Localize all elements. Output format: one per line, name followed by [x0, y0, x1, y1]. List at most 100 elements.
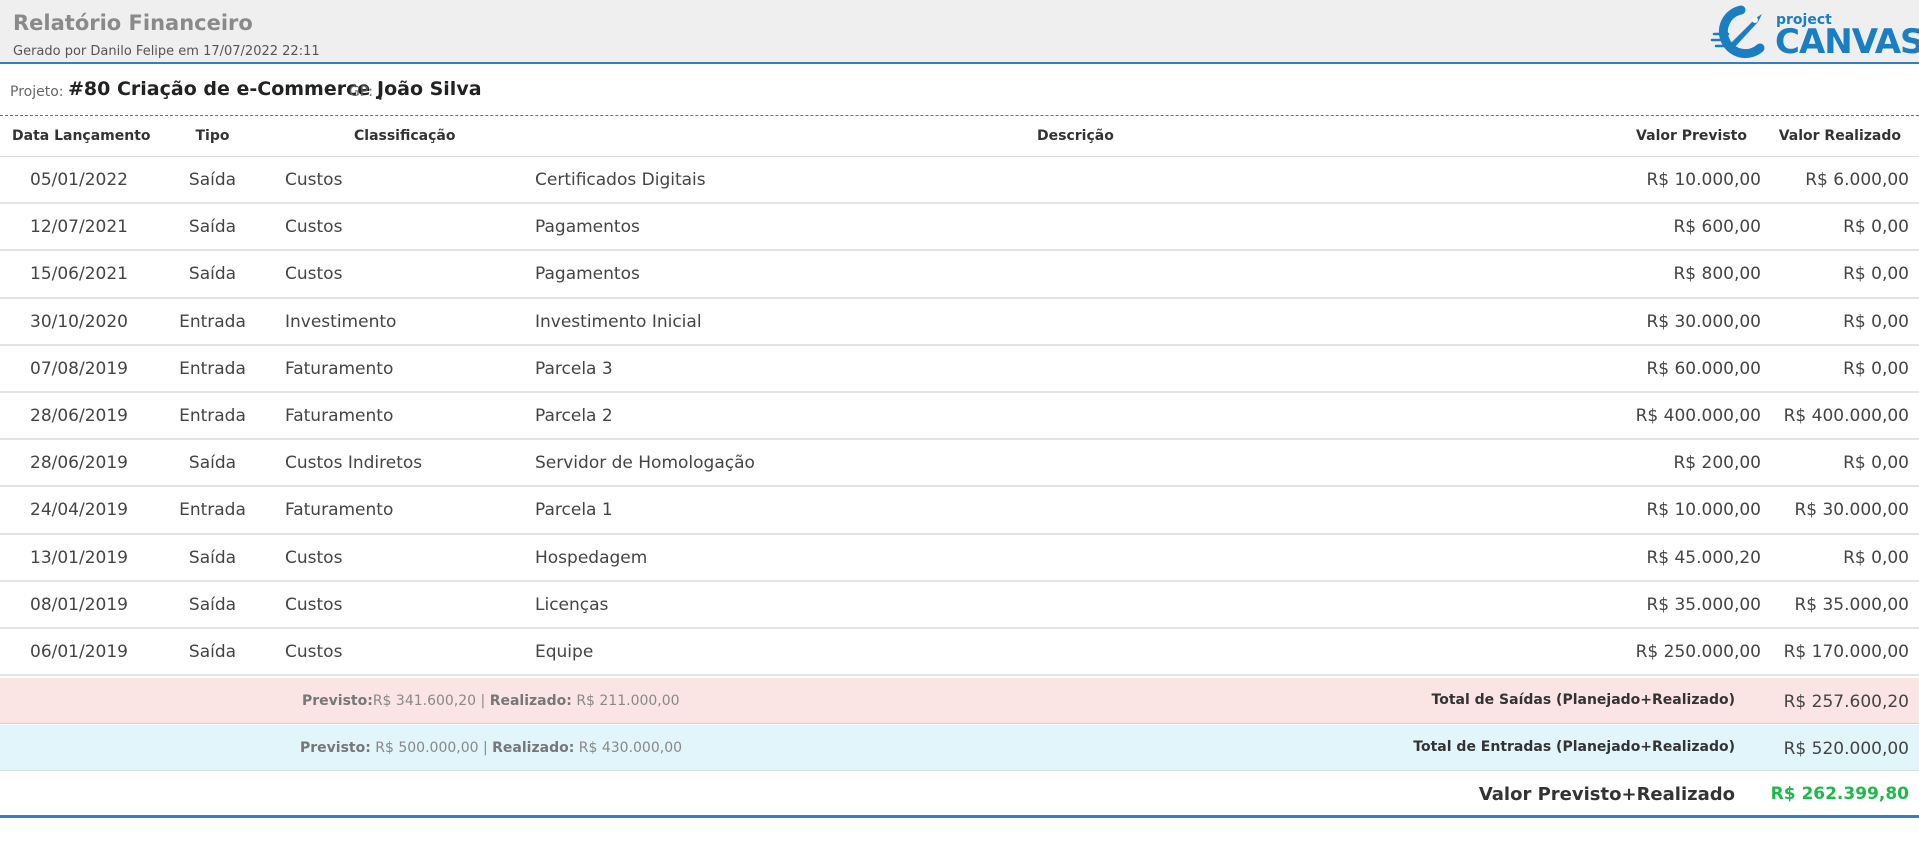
row-tipo: Saída — [188, 641, 237, 662]
total-saidas-label: Total de Saídas (Planejado+Realizado) — [1431, 692, 1735, 708]
saidas-realizado-label: Realizado: — [489, 693, 572, 709]
column-header-descricao: Descrição — [1037, 128, 1114, 144]
row-date: 08/01/2019 — [30, 594, 128, 615]
report-generated-info: Gerado por Danilo Felipe em 17/07/2022 2… — [13, 44, 320, 59]
project-label: Projeto: — [10, 84, 64, 100]
row-classificacao: Custos Indiretos — [285, 453, 423, 474]
row-valor-previsto: R$ 200,00 — [1673, 453, 1761, 474]
row-valor-realizado: R$ 0,00 — [1843, 217, 1909, 238]
row-valor-realizado: R$ 35.000,00 — [1794, 594, 1909, 615]
saidas-realizado-value: R$ 211.000,00 — [576, 693, 680, 709]
row-valor-previsto: R$ 10.000,00 — [1646, 500, 1761, 521]
table-row: 28/06/2019 Entrada Faturamento Parcela 2… — [0, 393, 1919, 441]
row-classificacao: Custos — [285, 170, 343, 190]
row-descricao: Licenças — [535, 594, 609, 615]
entradas-realizado-label: Realizado: — [492, 740, 575, 756]
row-date: 28/06/2019 — [30, 453, 128, 474]
row-valor-previsto: R$ 400.000,00 — [1635, 405, 1761, 426]
financial-report-page: Relatório Financeiro Gerado por Danilo F… — [0, 0, 1919, 857]
table-row: 15/06/2021 Saída Custos Pagamentos R$ 80… — [0, 251, 1919, 299]
table-row: 30/10/2020 Entrada Investimento Investim… — [0, 299, 1919, 346]
saidas-previsto-value: R$ 341.600,20 — [372, 693, 477, 709]
project-info: Projeto: #80 Criação de e-Commerce | GP:… — [0, 64, 1919, 116]
total-saidas-amount: R$ 257.600,20 — [1783, 692, 1909, 712]
logo-canvas-text: CANVAS — [1775, 22, 1919, 62]
row-valor-realizado: R$ 0,00 — [1843, 264, 1909, 285]
gp-name: João Silva — [377, 78, 482, 100]
grand-total-row: Valor Previsto+Realizado R$ 262.399,80 — [0, 772, 1919, 818]
row-tipo: Entrada — [179, 405, 246, 426]
row-date: 05/01/2022 — [30, 170, 128, 190]
project-canvas-logo: project CANVAS — [1708, 4, 1919, 62]
row-classificacao: Custos — [285, 594, 343, 615]
row-tipo: Saída — [188, 217, 237, 238]
row-descricao: Pagamentos — [535, 217, 640, 238]
table-row: 12/07/2021 Saída Custos Pagamentos R$ 60… — [0, 204, 1919, 252]
row-tipo: Entrada — [179, 311, 246, 332]
saidas-previsto-label: Previsto: — [302, 693, 373, 709]
row-classificacao: Faturamento — [285, 405, 394, 426]
row-date: 13/01/2019 — [30, 547, 128, 568]
row-valor-realizado: R$ 0,00 — [1843, 453, 1909, 474]
table-row: 05/01/2022 Saída Custos Certificados Dig… — [0, 157, 1919, 205]
project-name: #80 Criação de e-Commerce | — [68, 78, 384, 100]
row-valor-realizado: R$ 6.000,00 — [1805, 170, 1909, 190]
row-valor-previsto: R$ 60.000,00 — [1646, 358, 1761, 379]
row-tipo: Saída — [188, 170, 237, 190]
row-tipo: Entrada — [179, 358, 246, 379]
grand-total-amount: R$ 262.399,80 — [1770, 784, 1909, 804]
row-valor-previsto: R$ 250.000,00 — [1635, 641, 1761, 662]
entradas-realizado-value: R$ 430.000,00 — [578, 740, 683, 756]
row-classificacao: Custos — [285, 264, 343, 285]
table-row: 06/01/2019 Saída Custos Equipe R$ 250.00… — [0, 629, 1919, 677]
total-entradas-row: Previsto: R$ 500.000,00 | Realizado: R$ … — [0, 725, 1919, 771]
row-valor-realizado: R$ 400.000,00 — [1783, 405, 1909, 426]
transactions-table: 05/01/2022 Saída Custos Certificados Dig… — [0, 157, 1919, 677]
table-row: 08/01/2019 Saída Custos Licenças R$ 35.0… — [0, 582, 1919, 629]
entradas-separator: | — [482, 740, 488, 756]
table-row: 28/06/2019 Saída Custos Indiretos Servid… — [0, 440, 1919, 488]
row-descricao: Equipe — [535, 641, 594, 662]
total-entradas-label: Total de Entradas (Planejado+Realizado) — [1413, 739, 1735, 755]
row-descricao: Certificados Digitais — [535, 170, 706, 190]
row-valor-previsto: R$ 35.000,00 — [1646, 594, 1761, 615]
row-tipo: Saída — [188, 547, 237, 568]
row-valor-previsto: R$ 30.000,00 — [1646, 311, 1761, 332]
entradas-previsto-label: Previsto: — [300, 740, 371, 756]
gp-label: GP: — [349, 84, 374, 100]
total-entradas-amount: R$ 520.000,00 — [1783, 739, 1909, 759]
entradas-previsto-value: R$ 500.000,00 — [375, 740, 479, 756]
saidas-summary: Previsto:R$ 341.600,20 | Realizado: R$ 2… — [302, 693, 680, 709]
grand-total-label: Valor Previsto+Realizado — [1478, 784, 1735, 805]
row-classificacao: Faturamento — [285, 500, 394, 521]
row-tipo: Saída — [188, 453, 237, 474]
entradas-summary: Previsto: R$ 500.000,00 | Realizado: R$ … — [300, 740, 682, 756]
row-tipo: Entrada — [179, 500, 246, 521]
row-valor-realizado: R$ 0,00 — [1843, 311, 1909, 332]
row-classificacao: Faturamento — [285, 358, 394, 379]
row-descricao: Parcela 2 — [535, 405, 613, 426]
saidas-separator: | — [480, 693, 486, 709]
row-valor-previsto: R$ 800,00 — [1673, 264, 1761, 285]
row-classificacao: Investimento — [285, 311, 397, 332]
row-descricao: Investimento Inicial — [535, 311, 702, 332]
row-descricao: Parcela 1 — [535, 500, 613, 521]
report-title: Relatório Financeiro — [13, 11, 253, 35]
row-valor-previsto: R$ 10.000,00 — [1646, 170, 1761, 190]
column-header-date: Data Lançamento — [12, 128, 151, 144]
column-header-valor-previsto: Valor Previsto — [1636, 128, 1747, 144]
row-date: 12/07/2021 — [30, 217, 128, 238]
row-tipo: Saída — [188, 264, 237, 285]
row-valor-realizado: R$ 0,00 — [1843, 547, 1909, 568]
rocket-swirl-icon — [1710, 5, 1765, 59]
row-date: 24/04/2019 — [30, 500, 128, 521]
row-descricao: Parcela 3 — [535, 358, 613, 379]
row-date: 07/08/2019 — [30, 358, 128, 379]
row-valor-previsto: R$ 45.000,20 — [1646, 547, 1761, 568]
row-valor-realizado: R$ 0,00 — [1843, 358, 1909, 379]
row-classificacao: Custos — [285, 641, 343, 662]
column-header-classificacao: Classificação — [354, 128, 456, 144]
row-descricao: Hospedagem — [535, 547, 648, 568]
row-valor-realizado: R$ 30.000,00 — [1794, 500, 1909, 521]
row-descricao: Pagamentos — [535, 264, 640, 285]
